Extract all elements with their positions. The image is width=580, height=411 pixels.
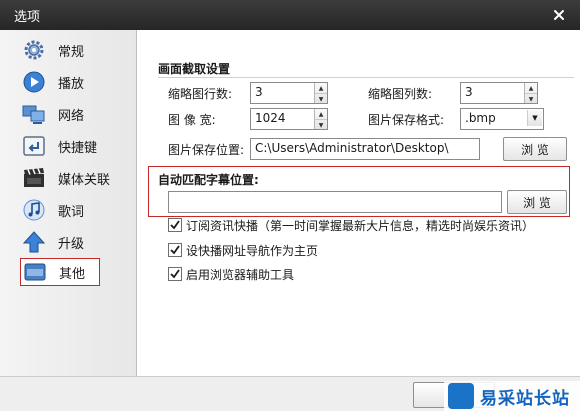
increment-arrow-icon[interactable]: ▲ — [315, 83, 327, 93]
thumbnail-rows-label: 缩略图行数: — [168, 87, 233, 101]
title-bar: 选项 — [0, 0, 580, 30]
section-divider — [158, 77, 574, 78]
decrement-arrow-icon[interactable]: ▼ — [525, 93, 537, 104]
sidebar-item-label: 升级 — [58, 237, 85, 252]
subscribe-news-checkbox[interactable] — [168, 218, 182, 232]
window-title: 选项 — [14, 10, 41, 25]
image-save-path-input[interactable]: C:\Users\Administrator\Desktop\ — [250, 138, 480, 160]
settings-panel: 画面截取设置 缩略图行数: 3 ▲ ▼ 缩略图列数: 3 ▲ ▼ 图 像 宽: … — [137, 30, 580, 376]
film-icon — [24, 168, 44, 187]
checkmark-icon — [170, 269, 180, 279]
increment-arrow-icon[interactable]: ▲ — [315, 109, 327, 119]
sidebar-item-other[interactable]: 其他 — [20, 258, 100, 286]
sidebar-item-playback[interactable]: 播放 — [20, 68, 130, 96]
subscribe-news-label: 订阅资讯快播（第一时间掌握最新大片信息，精选时尚娱乐资讯） — [186, 219, 535, 233]
thumbnail-cols-stepper[interactable]: 3 ▲ ▼ — [460, 82, 538, 104]
sidebar-item-label: 媒体关联 — [58, 173, 111, 188]
capture-section-title: 画面截取设置 — [158, 62, 231, 76]
footer-bar: 确 易采站长站 — [0, 376, 580, 411]
network-icon — [22, 105, 45, 124]
image-save-path-label: 图片保存位置: — [168, 143, 245, 157]
watermark: 易采站长站 — [444, 381, 580, 411]
sidebar-item-general[interactable]: 常规 — [20, 36, 130, 64]
browse-subtitle-path-button[interactable]: 浏 览 — [507, 190, 567, 214]
sidebar-item-media-association[interactable]: 媒体关联 — [20, 164, 130, 192]
image-format-select[interactable]: .bmp ▼ — [460, 108, 544, 130]
sidebar-item-shortcuts[interactable]: 快捷键 — [20, 132, 130, 160]
sidebar-item-label: 快捷键 — [58, 141, 98, 156]
play-icon — [23, 71, 45, 93]
upgrade-arrow-icon — [22, 231, 46, 253]
increment-arrow-icon[interactable]: ▲ — [525, 83, 537, 93]
close-icon — [554, 10, 564, 20]
gear-icon — [24, 40, 44, 60]
sidebar-item-network[interactable]: 网络 — [20, 100, 130, 128]
set-homepage-checkbox[interactable] — [168, 243, 182, 257]
sidebar-item-lyrics[interactable]: 歌词 — [20, 196, 130, 224]
other-icon — [24, 263, 46, 281]
shortcut-icon — [23, 136, 45, 156]
thumbnail-cols-label: 缩略图列数: — [368, 87, 433, 101]
set-homepage-label: 设快播网址导航作为主页 — [186, 244, 319, 258]
sidebar-item-label: 其他 — [59, 267, 86, 282]
subtitle-path-input[interactable] — [168, 191, 502, 213]
sidebar-item-upgrade[interactable]: 升级 — [20, 228, 130, 256]
music-note-icon — [23, 199, 45, 221]
decrement-arrow-icon[interactable]: ▼ — [315, 93, 327, 104]
chevron-down-icon[interactable]: ▼ — [527, 110, 542, 126]
watermark-text: 易采站长站 — [480, 389, 570, 409]
sidebar: 常规 播放 网络 快捷键 媒体关联 歌词 升级 其他 — [0, 30, 137, 376]
sidebar-item-label: 常规 — [58, 45, 85, 60]
thumbnail-rows-stepper[interactable]: 3 ▲ ▼ — [250, 82, 328, 104]
sidebar-item-label: 歌词 — [58, 205, 85, 220]
image-width-stepper[interactable]: 1024 ▲ ▼ — [250, 108, 328, 130]
checkmark-icon — [170, 220, 180, 230]
watermark-logo-icon — [448, 383, 474, 409]
sidebar-item-label: 网络 — [58, 109, 85, 124]
subtitle-section-title: 自动匹配字幕位置: — [158, 173, 259, 187]
checkmark-icon — [170, 245, 180, 255]
browser-assist-label: 启用浏览器辅助工具 — [186, 268, 295, 282]
image-format-label: 图片保存格式: — [368, 113, 445, 127]
browser-assist-checkbox[interactable] — [168, 267, 182, 281]
browse-image-path-button[interactable]: 浏 览 — [503, 137, 567, 161]
sidebar-item-label: 播放 — [58, 77, 85, 92]
close-button[interactable] — [548, 5, 570, 25]
decrement-arrow-icon[interactable]: ▼ — [315, 119, 327, 130]
image-width-label: 图 像 宽: — [168, 113, 216, 127]
